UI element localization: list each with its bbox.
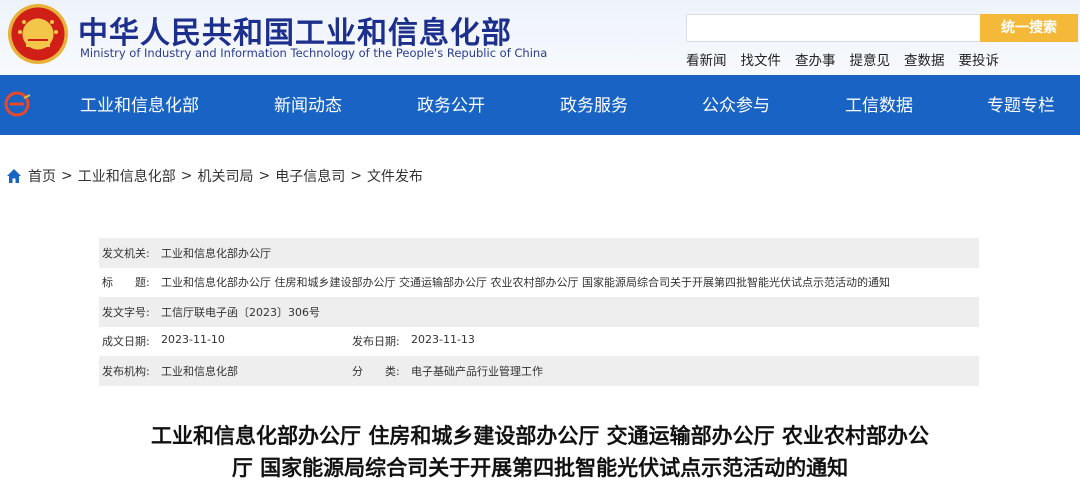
- nav-item-data[interactable]: 工信数据: [845, 91, 913, 116]
- quick-link-data[interactable]: 查数据: [904, 49, 945, 69]
- nav-item-participation[interactable]: 公众参与: [702, 91, 770, 116]
- info-row-number: 发文字号: 工信厅联电子函〔2023〕306号: [99, 297, 979, 327]
- breadcrumb-separator: >: [258, 168, 271, 184]
- nav-item-gov-services[interactable]: 政务服务: [560, 91, 628, 116]
- quick-link-files[interactable]: 找文件: [741, 49, 782, 69]
- breadcrumb-miit[interactable]: 工业和信息化部: [78, 166, 176, 186]
- breadcrumb-departments[interactable]: 机关司局: [197, 166, 253, 186]
- org-value: 工业和信息化部: [161, 364, 238, 378]
- main-nav: 工业和信息化部 新闻动态 政务公开 政务服务 公众参与 工信数据 专题专栏: [0, 75, 1080, 135]
- quick-link-news[interactable]: 看新闻: [686, 49, 727, 69]
- quick-link-services[interactable]: 查办事: [795, 49, 836, 69]
- nav-item-topics[interactable]: 专题专栏: [987, 91, 1055, 116]
- info-row-title: 标 题: 工业和信息化部办公厅 住房和城乡建设部办公厅 交通运输部办公厅 农业农…: [99, 268, 979, 298]
- site-subtitle: Ministry of Industry and Information Tec…: [80, 46, 548, 60]
- number-label: 发文字号:: [102, 305, 150, 319]
- title-value: 工业和信息化部办公厅 住房和城乡建设部办公厅 交通运输部办公厅 农业农村部办公厅…: [161, 276, 890, 290]
- breadcrumb-separator: >: [61, 168, 73, 184]
- nav-item-news[interactable]: 新闻动态: [274, 91, 342, 116]
- breadcrumb-home[interactable]: 首页: [28, 166, 56, 186]
- publish-date-label: 发布日期:: [352, 335, 400, 349]
- issuer-value: 工业和信息化部办公厅: [161, 246, 271, 260]
- doc-info-table: 发文机关: 工业和信息化部办公厅 标 题: 工业和信息化部办公厅 住房和城乡建设…: [99, 238, 979, 386]
- quick-link-feedback[interactable]: 提意见: [850, 49, 891, 69]
- breadcrumb-electronics-dept[interactable]: 电子信息司: [275, 166, 345, 186]
- org-label: 发布机构:: [102, 364, 150, 378]
- nav-item-public-affairs[interactable]: 政务公开: [417, 91, 485, 116]
- publish-date-value: 2023-11-13: [411, 333, 475, 347]
- info-row-dates: 成文日期: 2023-11-10 发布日期: 2023-11-13: [99, 327, 979, 357]
- title-label: 标 题:: [102, 276, 150, 290]
- article-title-line1: 工业和信息化部办公厅 住房和城乡建设部办公厅 交通运输部办公厅 农业农村部办公: [151, 424, 929, 448]
- number-value: 工信厅联电子函〔2023〕306号: [161, 305, 320, 319]
- search-button[interactable]: 统一搜索: [980, 14, 1078, 42]
- quick-link-complaint[interactable]: 要投诉: [959, 49, 1000, 69]
- quick-links: 看新闻 找文件 查办事 提意见 查数据 要投诉: [686, 49, 1013, 69]
- issuer-label: 发文机关:: [102, 246, 150, 260]
- category-value: 电子基础产品行业管理工作: [411, 364, 543, 378]
- national-emblem-icon[interactable]: [8, 4, 68, 64]
- nav-item-miit[interactable]: 工业和信息化部: [80, 91, 199, 116]
- home-icon: [7, 169, 21, 183]
- category-label: 分 类:: [352, 364, 400, 378]
- written-date-value: 2023-11-10: [161, 333, 225, 347]
- site-header: 中华人民共和国工业和信息化部 Ministry of Industry and …: [0, 0, 1080, 75]
- search-input[interactable]: [686, 14, 980, 42]
- info-row-issuer: 发文机关: 工业和信息化部办公厅: [99, 238, 979, 268]
- breadcrumb-separator: >: [180, 168, 193, 184]
- written-date-label: 成文日期:: [102, 335, 150, 349]
- breadcrumb: 首页 > 工业和信息化部 > 机关司局 > 电子信息司 > 文件发布: [6, 166, 423, 186]
- info-row-org: 发布机构: 工业和信息化部 分 类: 电子基础产品行业管理工作: [99, 356, 979, 386]
- article-title-line2: 厅 国家能源局综合司关于开展第四批智能光伏试点示范活动的通知: [231, 456, 849, 480]
- article-title: 工业和信息化部办公厅 住房和城乡建设部办公厅 交通运输部办公厅 农业农村部办公 …: [100, 420, 980, 484]
- breadcrumb-file-release[interactable]: 文件发布: [367, 166, 423, 186]
- breadcrumb-separator: >: [350, 168, 362, 184]
